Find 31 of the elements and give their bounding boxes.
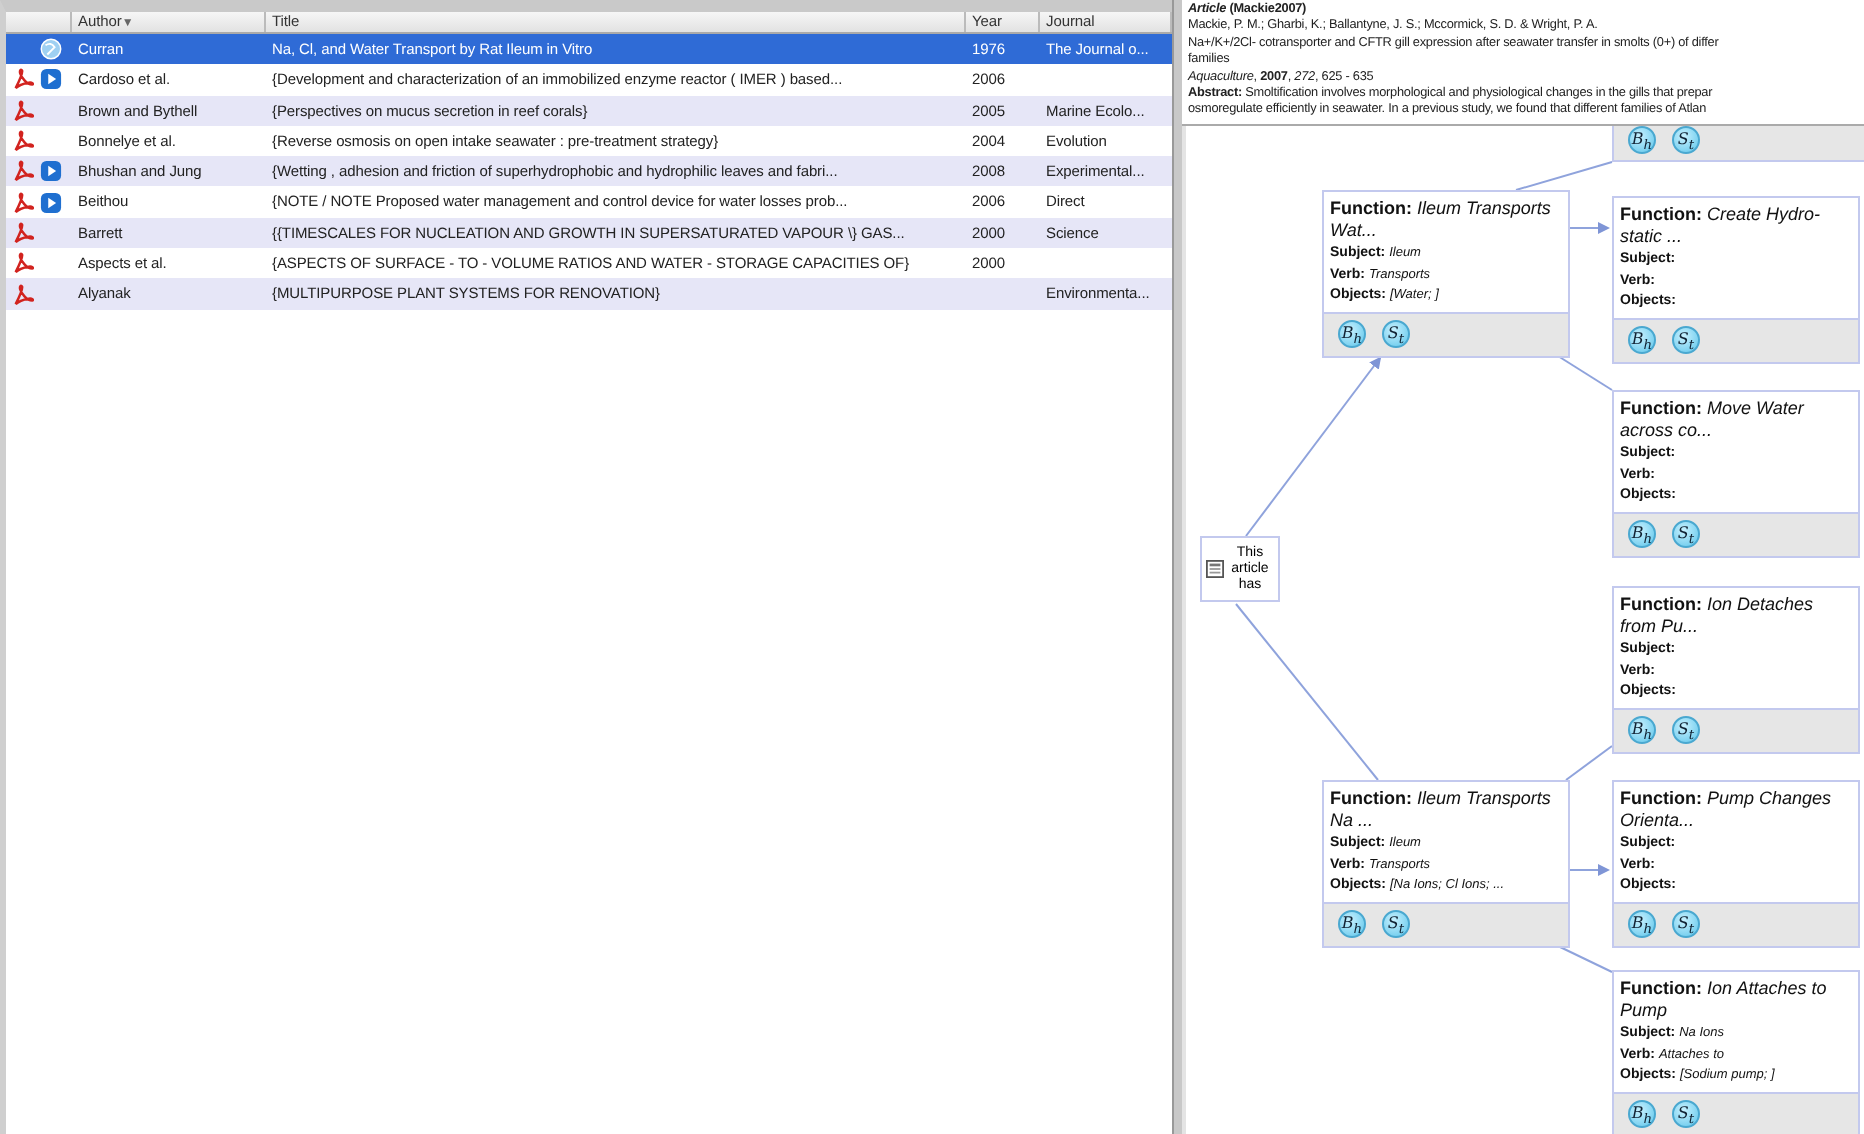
action-button[interactable]: S$_{t}$ [1672,716,1700,744]
function-title: Function: Move Water across co... [1620,398,1807,442]
function-node[interactable]: B$_{h}$ S$_{t}$ [1612,126,1864,162]
action-button[interactable]: B$_{h}$ [1628,126,1656,153]
action-button[interactable]: B$_{h}$ [1628,716,1656,744]
connector-line [1557,355,1613,391]
action-button[interactable]: B$_{h}$ [1628,326,1656,354]
action-button[interactable]: B$_{h}$ [1338,910,1366,938]
connector-line [1515,161,1613,191]
action-button[interactable]: B$_{h}$ [1628,910,1656,938]
action-button[interactable]: S$_{t}$ [1672,326,1700,354]
action-button[interactable]: S$_{t}$ [1382,320,1410,348]
action-button[interactable]: B$_{h}$ [1628,520,1656,548]
function-title: Function: Create Hydro-static ... [1620,204,1823,248]
function-title: Function: Ileum Transports Wat... [1330,198,1553,242]
function-title: Function: Ion Detaches from Pu... [1620,594,1816,638]
function-title: Function: Ileum Transports Na ... [1330,788,1553,832]
action-button[interactable]: B$_{h}$ [1628,1100,1656,1128]
action-button[interactable]: S$_{t}$ [1672,520,1700,548]
connector-line [1557,945,1613,973]
function-title: Function: Pump Changes Orienta... [1620,788,1834,832]
connector-arrow [1569,864,1610,876]
document-icon [1206,560,1224,578]
function-title: Function: Ion Attaches to Pump [1620,978,1829,1022]
action-button[interactable]: S$_{t}$ [1672,126,1700,153]
connector-line [1565,745,1613,781]
connector-arrow [1569,222,1610,234]
action-button[interactable]: S$_{t}$ [1672,1100,1700,1128]
action-button[interactable]: B$_{h}$ [1338,320,1366,348]
action-button[interactable]: S$_{t}$ [1382,910,1410,938]
action-button[interactable]: S$_{t}$ [1672,910,1700,938]
